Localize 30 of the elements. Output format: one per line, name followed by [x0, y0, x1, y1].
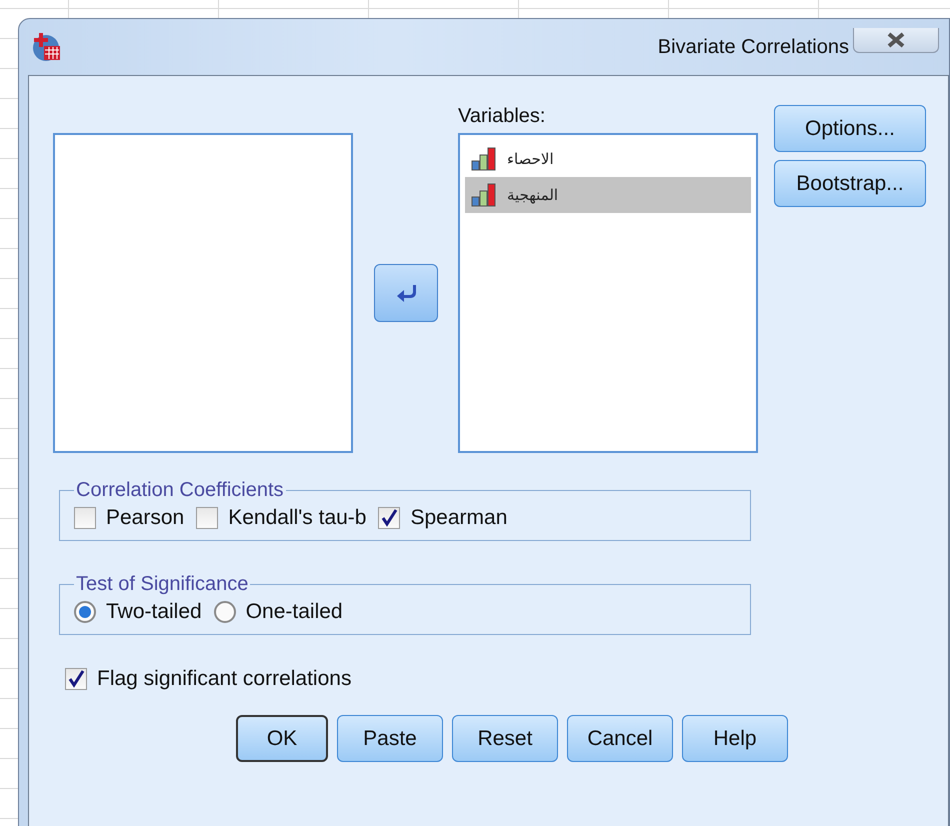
group-title: Test of Significance: [75, 573, 250, 596]
dialog-button[interactable]: Help: [682, 715, 788, 762]
checkbox-option[interactable]: Pearson: [74, 506, 184, 530]
dialog-button[interactable]: Paste: [337, 715, 443, 762]
radio-option[interactable]: One-tailed: [214, 600, 343, 624]
dialog-button[interactable]: Cancel: [567, 715, 673, 762]
dialog-button[interactable]: Reset: [452, 715, 558, 762]
dialog-button[interactable]: Bootstrap...: [774, 160, 926, 207]
close-icon: [885, 32, 907, 48]
close-button[interactable]: [853, 28, 939, 53]
checkbox-option[interactable]: Spearman: [378, 506, 508, 530]
group-title: Correlation Coefficients: [75, 479, 285, 502]
move-button[interactable]: [374, 264, 438, 322]
app-icon: [32, 31, 62, 63]
window-title: Bivariate Correlations: [658, 36, 849, 58]
variable-item[interactable]: المنهجية: [465, 177, 751, 213]
radio-option[interactable]: Two-tailed: [74, 600, 202, 624]
scale-icon: [471, 183, 497, 207]
variables-label: Variables:: [458, 105, 546, 129]
checkbox-option[interactable]: Kendall's tau-b: [196, 506, 366, 530]
checkbox-option[interactable]: Flag significant correlations: [65, 667, 948, 691]
check-icon: [380, 509, 398, 527]
scale-icon: [471, 147, 497, 171]
dialog-button[interactable]: Options...: [774, 105, 926, 152]
source-list[interactable]: [53, 133, 353, 453]
arrow-icon: [394, 284, 416, 302]
variables-list[interactable]: الاحصاء المنهجية: [458, 133, 758, 453]
variable-item[interactable]: الاحصاء: [465, 141, 751, 177]
dialog-button[interactable]: OK: [236, 715, 328, 762]
check-icon: [67, 670, 85, 688]
